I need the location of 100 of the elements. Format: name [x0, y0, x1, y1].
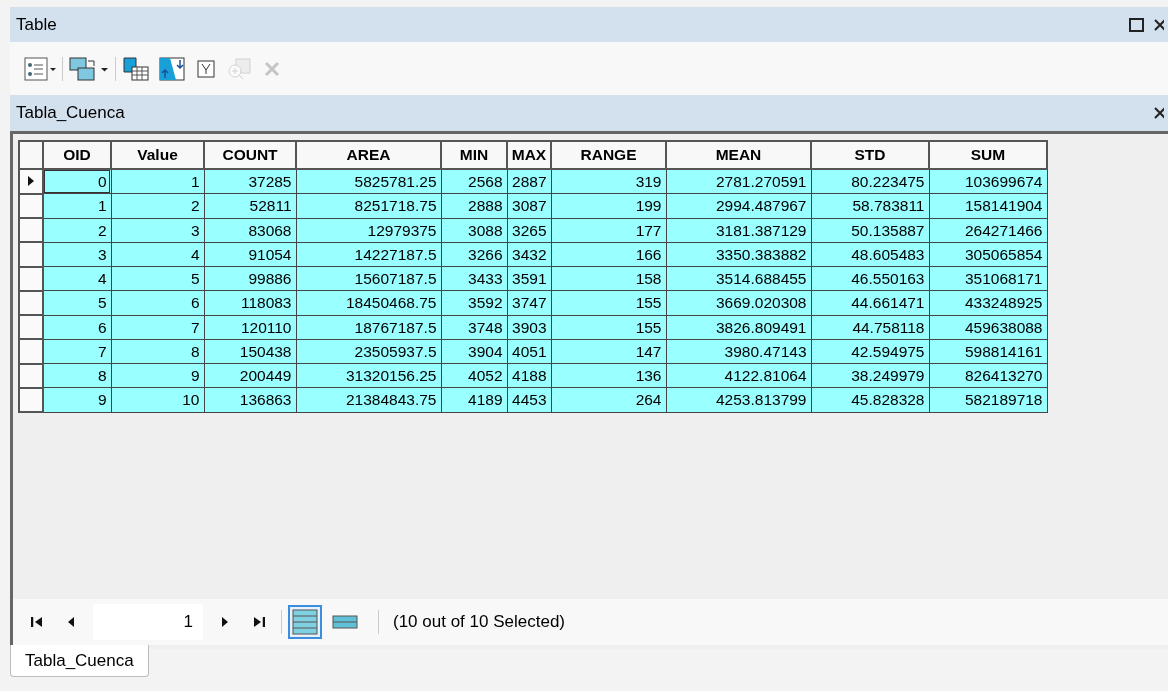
maximize-icon[interactable]: [1129, 17, 1144, 32]
table-cell: 3514.688455: [666, 266, 811, 291]
table-cell: 46.550163: [811, 266, 929, 291]
current-row-icon: [28, 176, 34, 187]
last-record-icon[interactable]: [253, 616, 265, 628]
table-cell: 8251718.75: [296, 193, 441, 218]
table-cell: 52811: [204, 193, 296, 218]
table-cell: 42.594975: [811, 339, 929, 364]
table-cell: 4: [111, 242, 204, 267]
table-cell: 3669.020308: [666, 290, 811, 315]
column-header[interactable]: COUNT: [204, 141, 296, 169]
table-cell: 1: [111, 169, 204, 194]
row-selector[interactable]: [19, 218, 43, 243]
table-cell: 264271466: [929, 218, 1047, 243]
table-cell: 44.661471: [811, 290, 929, 315]
first-record-icon[interactable]: [31, 616, 43, 628]
row-selector[interactable]: [19, 315, 43, 340]
table-cell: 136: [551, 363, 666, 388]
select-by-attributes-icon[interactable]: [120, 54, 152, 83]
table-cell: 3181.387129: [666, 218, 811, 243]
table-cell: 31320156.25: [296, 363, 441, 388]
table-cell: 9: [111, 363, 204, 388]
table-cell: 3350.383882: [666, 242, 811, 267]
table-cell: 155: [551, 315, 666, 340]
column-header[interactable]: Value: [111, 141, 204, 169]
table-cell: 4122.81064: [666, 363, 811, 388]
table-title: Tabla_Cuenca: [16, 102, 125, 125]
table-cell: 7: [111, 315, 204, 340]
switch-selection-icon[interactable]: [156, 54, 188, 83]
column-header[interactable]: SUM: [929, 141, 1047, 169]
next-record-icon[interactable]: [221, 616, 229, 628]
row-selector[interactable]: [19, 387, 43, 412]
row-selector[interactable]: [19, 242, 43, 267]
close-icon[interactable]: [1154, 17, 1164, 32]
column-header[interactable]: MIN: [441, 141, 507, 169]
table-cell: 45.828328: [811, 387, 929, 412]
table-cell: 177: [551, 218, 666, 243]
table-cell: 147: [551, 339, 666, 364]
table-cell: 18450468.75: [296, 290, 441, 315]
table-cell: 319: [551, 169, 666, 194]
column-header[interactable]: OID: [43, 141, 111, 169]
table-cell: 12979375: [296, 218, 441, 243]
table-cell: 37285: [204, 169, 296, 194]
table-cell: 199: [551, 193, 666, 218]
table-cell: 80.223475: [811, 169, 929, 194]
table-cell: 351068171: [929, 266, 1047, 291]
table-cell: 14227187.5: [296, 242, 441, 267]
table-cell: 3980.47143: [666, 339, 811, 364]
table-cell: 158141904: [929, 193, 1047, 218]
table-cell: 4253.813799: [666, 387, 811, 412]
column-header[interactable]: STD: [811, 141, 929, 169]
row-selector[interactable]: [19, 266, 43, 291]
window-title: Table: [16, 13, 57, 36]
table-cell: 459638088: [929, 315, 1047, 340]
table-cell: 200449: [204, 363, 296, 388]
table-cell: 3: [111, 218, 204, 243]
table-cell: 21384843.75: [296, 387, 441, 412]
column-header[interactable]: MAX: [507, 141, 551, 169]
table-cell: 44.758118: [811, 315, 929, 340]
table-cell: 58.783811: [811, 193, 929, 218]
row-selector[interactable]: [19, 193, 43, 218]
record-field[interactable]: 1: [93, 604, 203, 640]
row-selector[interactable]: [19, 363, 43, 388]
table-tab[interactable]: Tabla_Cuenca: [10, 645, 149, 677]
show-all-records-button[interactable]: [288, 605, 322, 639]
column-header[interactable]: AREA: [296, 141, 441, 169]
previous-record-icon[interactable]: [67, 616, 75, 628]
table-cell: 598814161: [929, 339, 1047, 364]
table-cell: 18767187.5: [296, 315, 441, 340]
table-cell: 305065854: [929, 242, 1047, 267]
table-cell: 48.605483: [811, 242, 929, 267]
column-header[interactable]: MEAN: [666, 141, 811, 169]
table-cell: 826413270: [929, 363, 1047, 388]
all-records-icon: [292, 609, 318, 635]
column-header[interactable]: RANGE: [551, 141, 666, 169]
table-cell: 150438: [204, 339, 296, 364]
table-cell: 91054: [204, 242, 296, 267]
table-cell: 2994.487967: [666, 193, 811, 218]
selected-records-icon: [332, 615, 358, 629]
table-cell: 2: [111, 193, 204, 218]
table-cell: 433248925: [929, 290, 1047, 315]
table-cell: 23505937.5: [296, 339, 441, 364]
close-icon[interactable]: [1154, 106, 1164, 120]
table-cell: 6: [111, 290, 204, 315]
corner-cell: [19, 141, 43, 169]
table-options-icon[interactable]: [22, 54, 58, 83]
table-cell: 136863: [204, 387, 296, 412]
row-selector[interactable]: [19, 169, 43, 194]
table-cell: 2781.270591: [666, 169, 811, 194]
table-cell: 83068: [204, 218, 296, 243]
row-selector[interactable]: [19, 339, 43, 364]
table-cell: 120110: [204, 315, 296, 340]
related-tables-icon[interactable]: [67, 54, 111, 83]
row-selector[interactable]: [19, 290, 43, 315]
table-cell: 155: [551, 290, 666, 315]
table-cell: 166: [551, 242, 666, 267]
table-cell: 5825781.25: [296, 169, 441, 194]
table-cell: 38.249979: [811, 363, 929, 388]
table-cell: 50.135887: [811, 218, 929, 243]
table-cell: 99886: [204, 266, 296, 291]
